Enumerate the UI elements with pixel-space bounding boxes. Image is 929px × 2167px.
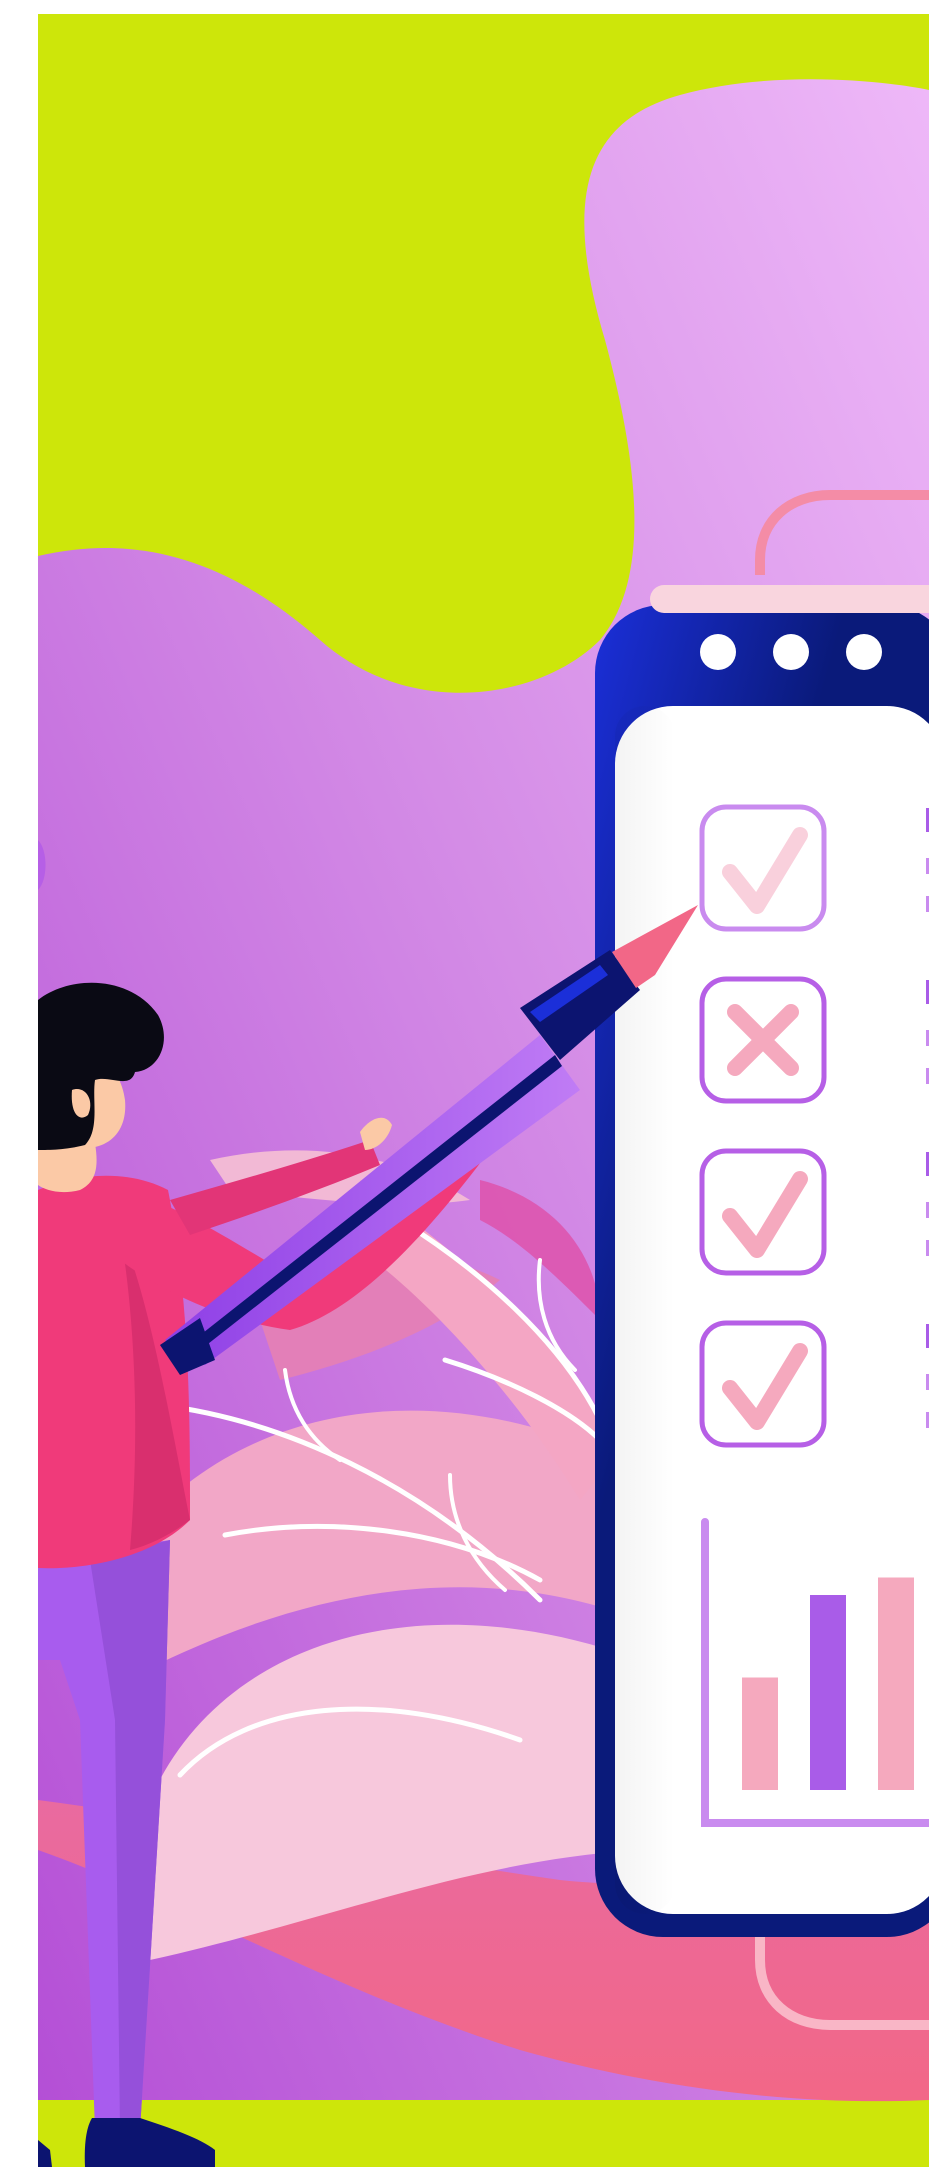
chart-bar: [878, 1577, 914, 1790]
chart-bar: [810, 1595, 846, 1790]
checklist-illustration: [0, 0, 929, 2167]
window-dots: [700, 634, 882, 670]
chart-bar: [742, 1677, 778, 1790]
device-screen-shade: [615, 706, 675, 1914]
window-dot: [773, 634, 809, 670]
device: [595, 585, 929, 1937]
window-dot: [846, 634, 882, 670]
left-margin: [0, 0, 38, 2167]
device-top-light: [650, 585, 929, 613]
window-dot: [700, 634, 736, 670]
